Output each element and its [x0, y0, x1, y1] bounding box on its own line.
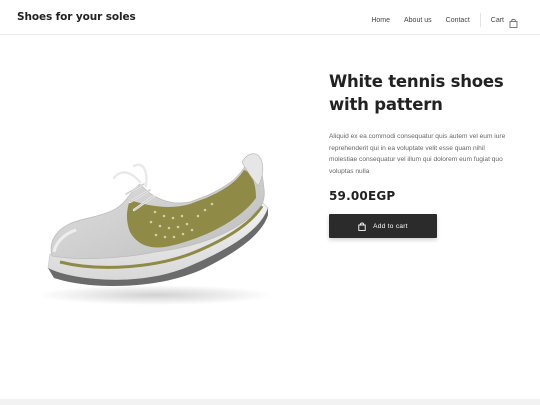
shopping-bag-icon: [509, 15, 518, 28]
add-to-cart-button[interactable]: Add to cart: [329, 214, 437, 238]
main-nav: Home About us Contact Cart: [371, 13, 518, 28]
nav-about-us[interactable]: About us: [404, 17, 432, 24]
sneaker-icon: [37, 153, 273, 305]
cart-link[interactable]: Cart: [490, 15, 518, 28]
cart-label: Cart: [490, 16, 504, 24]
footer-strip: [0, 399, 540, 405]
nav-home[interactable]: Home: [371, 17, 390, 24]
product-title-line-1: White tennis shoes: [329, 72, 504, 91]
product-info: White tennis shoes with pattern Aliquid …: [329, 70, 519, 238]
nav-contact[interactable]: Contact: [446, 17, 470, 24]
add-to-cart-label: Add to cart: [373, 222, 408, 230]
site-header: Shoes for your soles Home About us Conta…: [0, 0, 540, 35]
product-description: Aliquid ex ea commodi consequatur quis a…: [329, 133, 506, 175]
nav-divider: [479, 13, 481, 27]
product-image: [30, 140, 280, 310]
shopping-bag-icon: [358, 222, 366, 231]
product-title: White tennis shoes with pattern: [329, 70, 519, 116]
product-title-line-2: with pattern: [329, 95, 443, 114]
brand-logo[interactable]: Shoes for your soles: [17, 11, 136, 23]
product-price: 59.00EGP: [329, 189, 396, 203]
